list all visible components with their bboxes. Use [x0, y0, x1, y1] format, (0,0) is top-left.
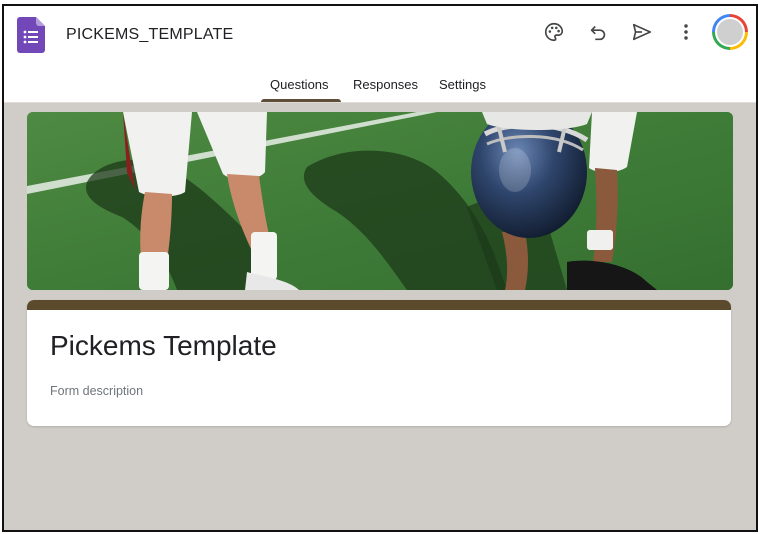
tab-bar: Questions Responses Settings	[4, 72, 756, 102]
theme-accent-bar	[27, 300, 731, 310]
active-tab-indicator	[261, 99, 341, 102]
tab-settings[interactable]: Settings	[439, 77, 486, 92]
form-title-card[interactable]: Pickems Template Form description	[27, 300, 731, 426]
form-title[interactable]: Pickems Template	[50, 330, 277, 362]
undo-icon[interactable]	[586, 20, 610, 44]
send-icon[interactable]	[630, 20, 654, 44]
more-vert-icon[interactable]	[674, 20, 698, 44]
palette-icon[interactable]	[542, 20, 566, 44]
account-avatar[interactable]	[712, 14, 748, 50]
browser-frame: PICKEMS_TEMPLATE Questions Responses Set…	[2, 4, 758, 532]
google-forms-icon[interactable]	[17, 17, 45, 53]
form-description-field[interactable]: Form description	[50, 384, 143, 398]
avatar-image	[717, 19, 743, 45]
form-header-image	[27, 112, 733, 290]
avatar-ring	[715, 17, 745, 47]
top-app-bar: PICKEMS_TEMPLATE Questions Responses Set…	[4, 6, 756, 103]
document-title[interactable]: PICKEMS_TEMPLATE	[66, 26, 233, 44]
football-players-image	[27, 112, 733, 290]
tab-questions[interactable]: Questions	[270, 77, 329, 92]
tab-responses[interactable]: Responses	[353, 77, 418, 92]
